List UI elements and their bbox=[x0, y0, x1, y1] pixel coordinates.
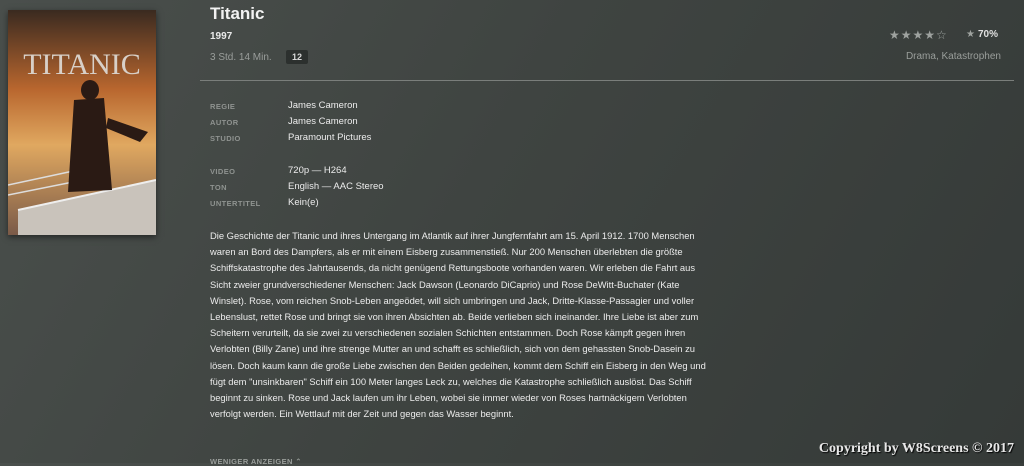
score-star-icon: ★ bbox=[966, 29, 975, 40]
meta-value[interactable]: Paramount Pictures bbox=[288, 132, 371, 143]
movie-duration: 3 Std. 14 Min. bbox=[210, 52, 272, 63]
meta-label: VIDEO bbox=[210, 167, 236, 176]
meta-label: UNTERTITEL bbox=[210, 199, 261, 208]
copyright-watermark: Copyright by W8Screens © 2017 bbox=[818, 441, 1014, 456]
divider bbox=[200, 80, 1014, 81]
meta-label: AUTOR bbox=[210, 118, 239, 127]
score-value: 70% bbox=[977, 29, 998, 40]
genres[interactable]: Drama, Katastrophen bbox=[906, 51, 1001, 62]
movie-year: 1997 bbox=[210, 31, 233, 42]
poster-title: TITANIC bbox=[23, 48, 141, 81]
meta-label: TON bbox=[210, 183, 227, 192]
meta-value[interactable]: Kein(e) bbox=[288, 197, 319, 208]
meta-value[interactable]: English — AAC Stereo bbox=[288, 181, 384, 192]
meta-label: STUDIO bbox=[210, 134, 241, 143]
movie-poster[interactable]: TITANIC bbox=[8, 10, 156, 235]
meta-value: 720p — H264 bbox=[288, 165, 347, 176]
movie-description: Die Geschichte der Titanic und ihres Unt… bbox=[210, 230, 706, 420]
movie-title: Titanic bbox=[210, 4, 265, 23]
poster-image: TITANIC bbox=[8, 10, 156, 235]
age-rating-badge: 12 bbox=[286, 50, 309, 64]
meta-value[interactable]: James Cameron bbox=[288, 116, 358, 127]
meta-value[interactable]: James Cameron bbox=[288, 100, 358, 111]
meta-label: REGIE bbox=[210, 102, 236, 111]
audience-score: ★ 70% bbox=[966, 29, 998, 40]
show-less-button[interactable]: WENIGER ANZEIGEN ⌃ bbox=[210, 457, 302, 466]
star-rating[interactable]: ★★★★☆ bbox=[889, 28, 948, 42]
